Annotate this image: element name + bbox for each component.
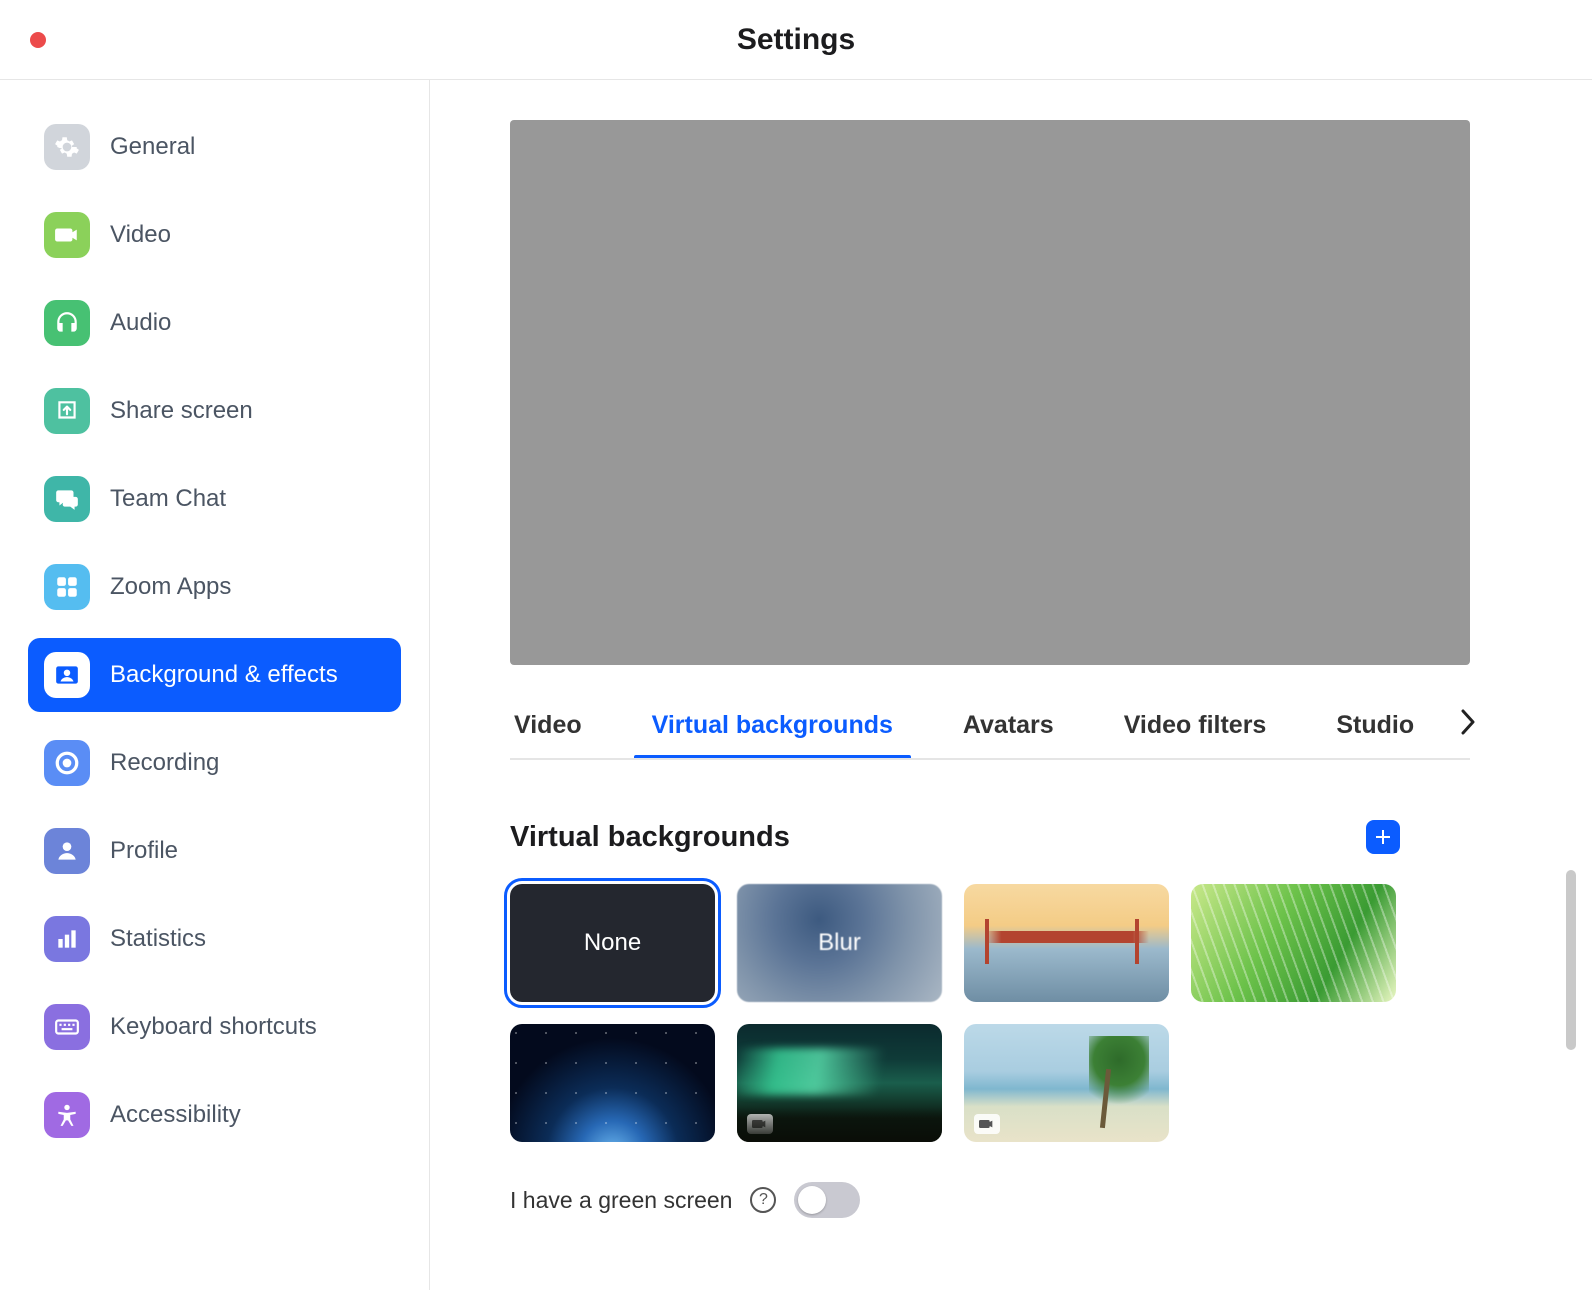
content-pane: Video Virtual backgrounds Avatars Video fil… bbox=[430, 80, 1592, 1290]
tab-virtual-backgrounds[interactable]: Virtual backgrounds bbox=[648, 699, 897, 758]
person-icon bbox=[44, 828, 90, 874]
bar-chart-icon bbox=[44, 916, 90, 962]
sidebar-item-label: General bbox=[110, 133, 195, 161]
toggle-knob bbox=[798, 1186, 826, 1214]
record-icon bbox=[44, 740, 90, 786]
sidebar-item-statistics[interactable]: Statistics bbox=[28, 902, 401, 976]
background-tile-label: None bbox=[510, 884, 715, 1002]
sidebar-item-team-chat[interactable]: Team Chat bbox=[28, 462, 401, 536]
share-up-icon bbox=[44, 388, 90, 434]
sidebar-item-label: Team Chat bbox=[110, 485, 226, 513]
add-background-button[interactable] bbox=[1366, 820, 1400, 854]
sidebar-item-zoom-apps[interactable]: Zoom Apps bbox=[28, 550, 401, 624]
person-card-icon bbox=[44, 652, 90, 698]
scrollbar-thumb[interactable] bbox=[1566, 870, 1576, 1050]
sidebar-item-label: Audio bbox=[110, 309, 171, 337]
background-tile-blur[interactable]: Blur bbox=[737, 884, 942, 1002]
background-tile-grass[interactable] bbox=[1191, 884, 1396, 1002]
tab-video[interactable]: Video bbox=[510, 699, 586, 758]
sidebar-item-label: Profile bbox=[110, 837, 178, 865]
chevron-right-icon bbox=[1460, 709, 1476, 735]
section-title: Virtual backgrounds bbox=[510, 821, 790, 854]
video-icon bbox=[44, 212, 90, 258]
sidebar-item-label: Accessibility bbox=[110, 1101, 241, 1129]
sidebar-item-audio[interactable]: Audio bbox=[28, 286, 401, 360]
help-icon[interactable]: ? bbox=[750, 1187, 776, 1213]
sidebar-item-background-effects[interactable]: Background & effects bbox=[28, 638, 401, 712]
sidebar-item-label: Zoom Apps bbox=[110, 573, 231, 601]
video-badge-icon bbox=[974, 1114, 1000, 1134]
sidebar-item-profile[interactable]: Profile bbox=[28, 814, 401, 888]
accessibility-icon bbox=[44, 1092, 90, 1138]
sidebar-item-label: Recording bbox=[110, 749, 219, 777]
sidebar-item-video[interactable]: Video bbox=[28, 198, 401, 272]
apps-icon bbox=[44, 564, 90, 610]
green-screen-toggle[interactable] bbox=[794, 1182, 860, 1218]
background-tile-earth[interactable] bbox=[510, 1024, 715, 1142]
green-screen-label: I have a green screen bbox=[510, 1187, 732, 1214]
sidebar-item-recording[interactable]: Recording bbox=[28, 726, 401, 800]
section-header: Virtual backgrounds bbox=[510, 820, 1400, 854]
background-tile-beach[interactable] bbox=[964, 1024, 1169, 1142]
background-tile-label: Blur bbox=[737, 884, 942, 1002]
sidebar-item-label: Share screen bbox=[110, 397, 253, 425]
tabs-scroll-right[interactable] bbox=[1430, 709, 1476, 742]
keyboard-icon bbox=[44, 1004, 90, 1050]
sidebar-item-share-screen[interactable]: Share screen bbox=[28, 374, 401, 448]
sidebar-item-accessibility[interactable]: Accessibility bbox=[28, 1078, 401, 1152]
chat-icon bbox=[44, 476, 90, 522]
plus-icon bbox=[1373, 827, 1393, 847]
tab-studio[interactable]: Studio bbox=[1332, 699, 1418, 758]
background-tile-bridge[interactable] bbox=[964, 884, 1169, 1002]
background-tile-aurora[interactable] bbox=[737, 1024, 942, 1142]
sidebar: General Video Audio Share screen Team Chat Zo… bbox=[0, 80, 430, 1290]
sidebar-item-label: Video bbox=[110, 221, 171, 249]
main: General Video Audio Share screen Team Chat Zo… bbox=[0, 80, 1592, 1290]
sidebar-item-general[interactable]: General bbox=[28, 110, 401, 184]
gear-icon bbox=[44, 124, 90, 170]
background-grid: NoneBlur bbox=[510, 884, 1420, 1142]
video-badge-icon bbox=[747, 1114, 773, 1134]
video-preview bbox=[510, 120, 1470, 665]
sidebar-item-label: Keyboard shortcuts bbox=[110, 1013, 317, 1041]
tab-video-filters[interactable]: Video filters bbox=[1120, 699, 1271, 758]
sidebar-item-keyboard-shortcuts[interactable]: Keyboard shortcuts bbox=[28, 990, 401, 1064]
headphones-icon bbox=[44, 300, 90, 346]
window-title: Settings bbox=[737, 23, 855, 57]
tabs: Video Virtual backgrounds Avatars Video fil… bbox=[510, 699, 1470, 760]
sidebar-item-label: Background & effects bbox=[110, 661, 338, 689]
green-screen-row: I have a green screen ? bbox=[510, 1182, 1542, 1218]
window-close-button[interactable] bbox=[30, 32, 46, 48]
tab-avatars[interactable]: Avatars bbox=[959, 699, 1058, 758]
tabs-container: Video Virtual backgrounds Avatars Video fil… bbox=[510, 699, 1470, 760]
background-tile-none[interactable]: None bbox=[510, 884, 715, 1002]
sidebar-item-label: Statistics bbox=[110, 925, 206, 953]
titlebar: Settings bbox=[0, 0, 1592, 80]
